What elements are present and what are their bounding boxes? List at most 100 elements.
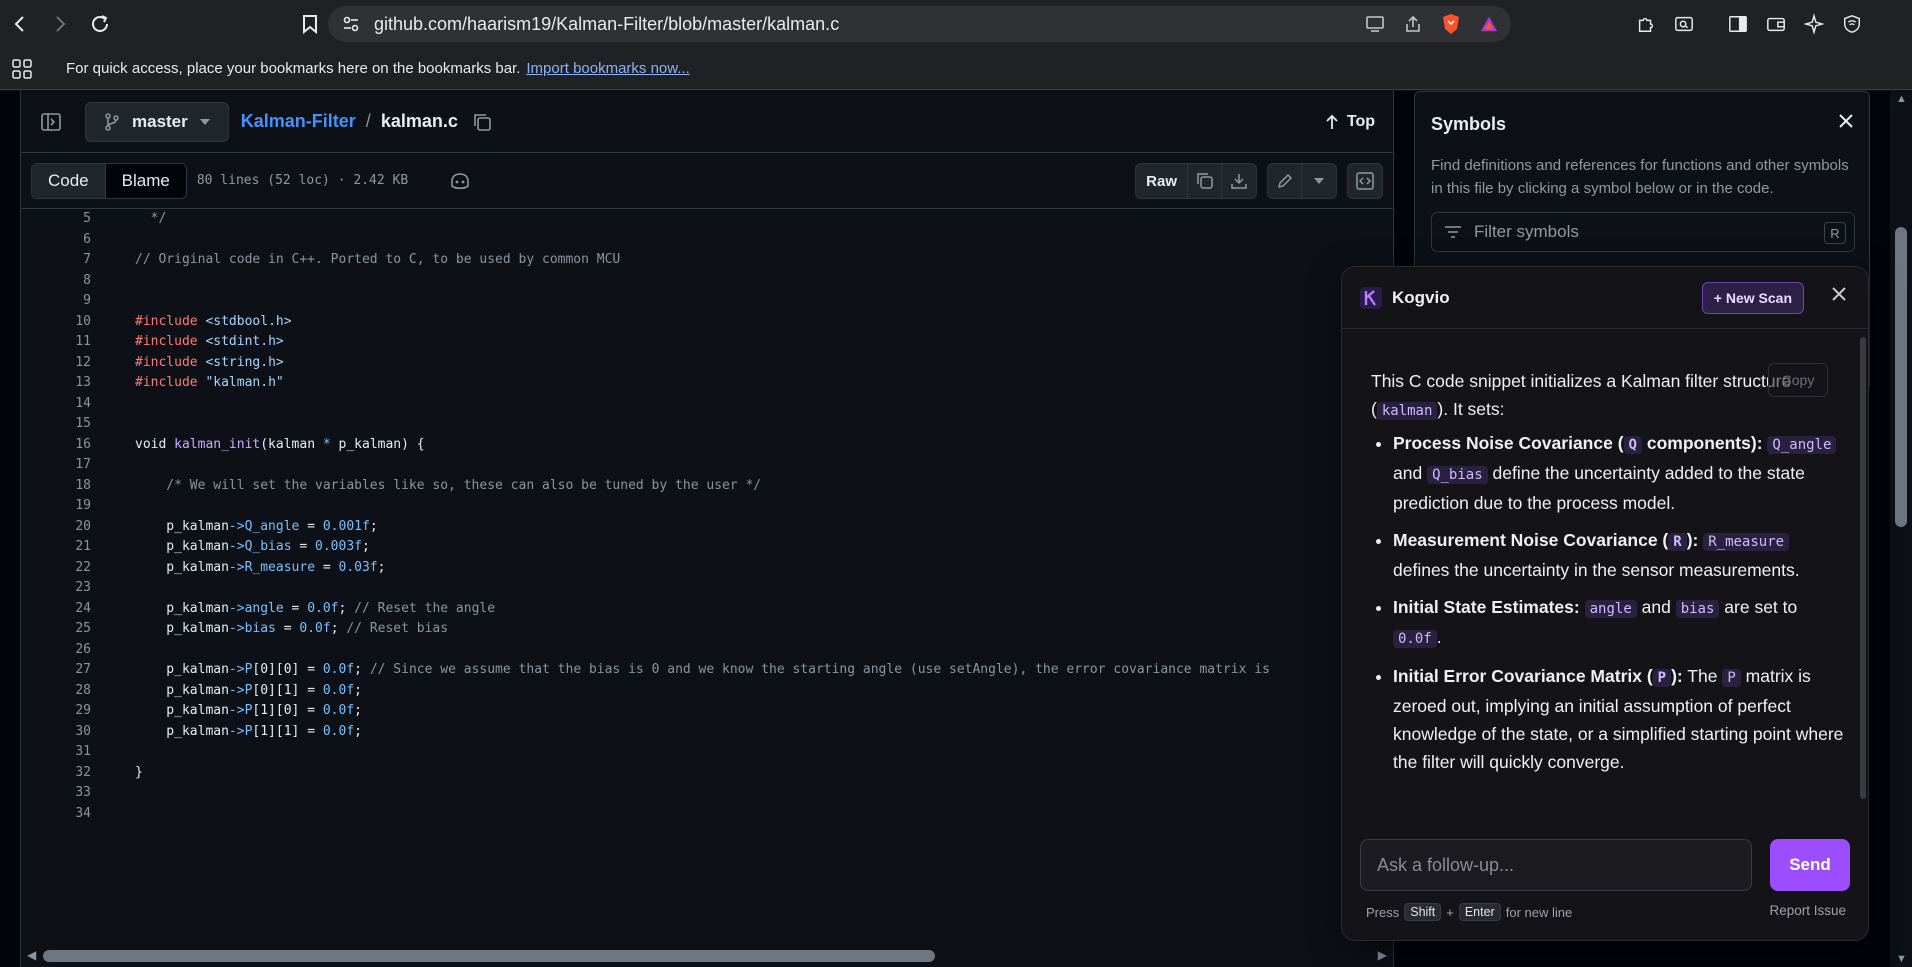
site-settings-icon xyxy=(343,16,359,32)
line-number[interactable]: 17 xyxy=(21,457,91,472)
horizontal-scroll-thumb[interactable] xyxy=(43,950,935,962)
line-number[interactable]: 33 xyxy=(21,785,91,800)
line-number[interactable]: 11 xyxy=(21,334,91,349)
leo-ai-icon[interactable] xyxy=(1804,13,1824,35)
line-number[interactable]: 21 xyxy=(21,539,91,554)
brave-rewards-icon[interactable] xyxy=(1479,14,1499,34)
line-number[interactable]: 29 xyxy=(21,703,91,718)
line-number[interactable]: 27 xyxy=(21,662,91,677)
line-number[interactable]: 32 xyxy=(21,765,91,780)
raw-button[interactable]: Raw xyxy=(1136,164,1188,198)
url-text[interactable]: github.com/haarism19/Kalman-Filter/blob/… xyxy=(374,14,839,35)
scroll-up-icon[interactable]: ▲ xyxy=(1896,93,1907,105)
file-name: kalman.c xyxy=(380,111,458,131)
line-number[interactable]: 19 xyxy=(21,498,91,513)
extensions-icon[interactable] xyxy=(1636,14,1656,34)
line-number[interactable]: 20 xyxy=(21,519,91,534)
download-button[interactable] xyxy=(1222,164,1256,198)
browser-toolbar: github.com/haarism19/Kalman-Filter/blob/… xyxy=(0,0,1912,48)
line-number[interactable]: 9 xyxy=(21,293,91,308)
apps-grid-icon[interactable] xyxy=(4,51,40,87)
copy-response-button[interactable]: Copy xyxy=(1768,363,1828,397)
line-number[interactable]: 23 xyxy=(21,580,91,595)
line-number[interactable]: 22 xyxy=(21,560,91,575)
forward-button[interactable] xyxy=(40,4,80,44)
line-number[interactable]: 31 xyxy=(21,744,91,759)
copy-raw-button[interactable] xyxy=(1188,164,1222,198)
line-number[interactable]: 7 xyxy=(21,252,91,267)
line-number[interactable]: 18 xyxy=(21,478,91,493)
copy-path-button[interactable] xyxy=(470,110,494,134)
kogvio-scrollbar[interactable] xyxy=(1860,337,1866,799)
line-number[interactable]: 16 xyxy=(21,437,91,452)
inline-code: bias xyxy=(1675,600,1720,618)
kogvio-header: Kogvio + New Scan xyxy=(1342,267,1868,329)
vertical-scroll-thumb[interactable] xyxy=(1895,227,1907,527)
cast-icon[interactable] xyxy=(1365,14,1385,34)
copilot-button[interactable] xyxy=(448,169,472,193)
code-body[interactable]: 5 */ 6 7 // Original code in C++. Ported to… xyxy=(21,209,1393,944)
close-kogvio-button[interactable] xyxy=(1832,285,1846,306)
line-number[interactable]: 12 xyxy=(21,355,91,370)
horizontal-scrollbar[interactable]: ◀ ▶ xyxy=(21,945,1393,967)
scroll-down-icon[interactable]: ▼ xyxy=(1896,953,1907,965)
close-symbols-button[interactable] xyxy=(1839,112,1853,133)
line-number[interactable]: 24 xyxy=(21,601,91,616)
copilot-icon xyxy=(451,172,469,189)
line-number[interactable]: 15 xyxy=(21,416,91,431)
sidebar-icon[interactable] xyxy=(1728,14,1748,34)
scroll-right-icon[interactable]: ▶ xyxy=(1378,948,1387,962)
symbols-description: Find definitions and references for func… xyxy=(1431,157,1849,197)
tab-blame[interactable]: Blame xyxy=(105,163,186,198)
line-number[interactable]: 30 xyxy=(21,724,91,739)
sidebar-expand-icon xyxy=(41,112,61,131)
brave-shield-icon[interactable] xyxy=(1441,14,1461,34)
breadcrumb-separator: / xyxy=(365,111,371,131)
inline-code: R_measure xyxy=(1703,533,1790,551)
item-title: Process Noise Covariance (Q components): xyxy=(1393,433,1763,454)
reload-button[interactable] xyxy=(80,4,120,44)
report-issue-link[interactable]: Report Issue xyxy=(1769,903,1846,918)
back-button[interactable] xyxy=(0,4,40,44)
address-bar[interactable]: github.com/haarism19/Kalman-Filter/blob/… xyxy=(328,6,1511,42)
follow-up-input[interactable]: Ask a follow-up... xyxy=(1360,839,1752,891)
line-number[interactable]: 25 xyxy=(21,621,91,636)
import-bookmarks-link[interactable]: Import bookmarks now... xyxy=(526,60,689,77)
branch-selector[interactable]: master xyxy=(85,101,229,142)
send-button[interactable]: Send xyxy=(1770,839,1850,891)
code-line[interactable]: 34 xyxy=(21,801,135,826)
symbols-title: Symbols xyxy=(1431,114,1507,134)
bookmark-button[interactable] xyxy=(290,4,330,44)
line-number[interactable]: 14 xyxy=(21,396,91,411)
edit-button[interactable] xyxy=(1268,164,1302,198)
line-source: */ xyxy=(135,211,167,226)
line-number[interactable]: 26 xyxy=(21,642,91,657)
vertical-scrollbar[interactable]: ▲ ▼ xyxy=(1890,91,1912,967)
line-source: p_kalman->bias = 0.0f; // Reset bias xyxy=(135,621,449,636)
tab-code[interactable]: Code xyxy=(32,163,106,198)
vpn-shield-icon[interactable] xyxy=(1842,14,1862,34)
line-source: p_kalman->angle = 0.0f; // Reset the ang… xyxy=(135,600,496,616)
line-number[interactable]: 10 xyxy=(21,314,91,329)
filter-symbols-input[interactable]: Filter symbols R xyxy=(1431,212,1855,252)
new-scan-button[interactable]: + New Scan xyxy=(1701,282,1804,314)
line-number[interactable]: 5 xyxy=(21,211,91,226)
line-number[interactable]: 8 xyxy=(21,273,91,288)
inline-code: Q_angle xyxy=(1767,436,1837,454)
top-button[interactable]: Top xyxy=(1325,91,1375,153)
line-source: #include <stdint.h> xyxy=(135,334,284,349)
edit-menu-button[interactable] xyxy=(1302,164,1336,198)
search-tab-icon[interactable] xyxy=(1674,14,1694,34)
file-tree-toggle[interactable] xyxy=(33,104,69,140)
scroll-left-icon[interactable]: ◀ xyxy=(27,948,36,962)
line-number[interactable]: 13 xyxy=(21,375,91,390)
inline-code: angle xyxy=(1584,600,1637,618)
repo-link[interactable]: Kalman-Filter xyxy=(241,111,356,132)
line-number[interactable]: 28 xyxy=(21,683,91,698)
bookmark-icon xyxy=(303,15,317,34)
symbols-panel-button[interactable] xyxy=(1348,164,1382,198)
line-number[interactable]: 6 xyxy=(21,232,91,247)
line-number[interactable]: 34 xyxy=(21,806,91,821)
share-icon[interactable] xyxy=(1403,14,1423,34)
wallet-icon[interactable] xyxy=(1766,14,1786,34)
